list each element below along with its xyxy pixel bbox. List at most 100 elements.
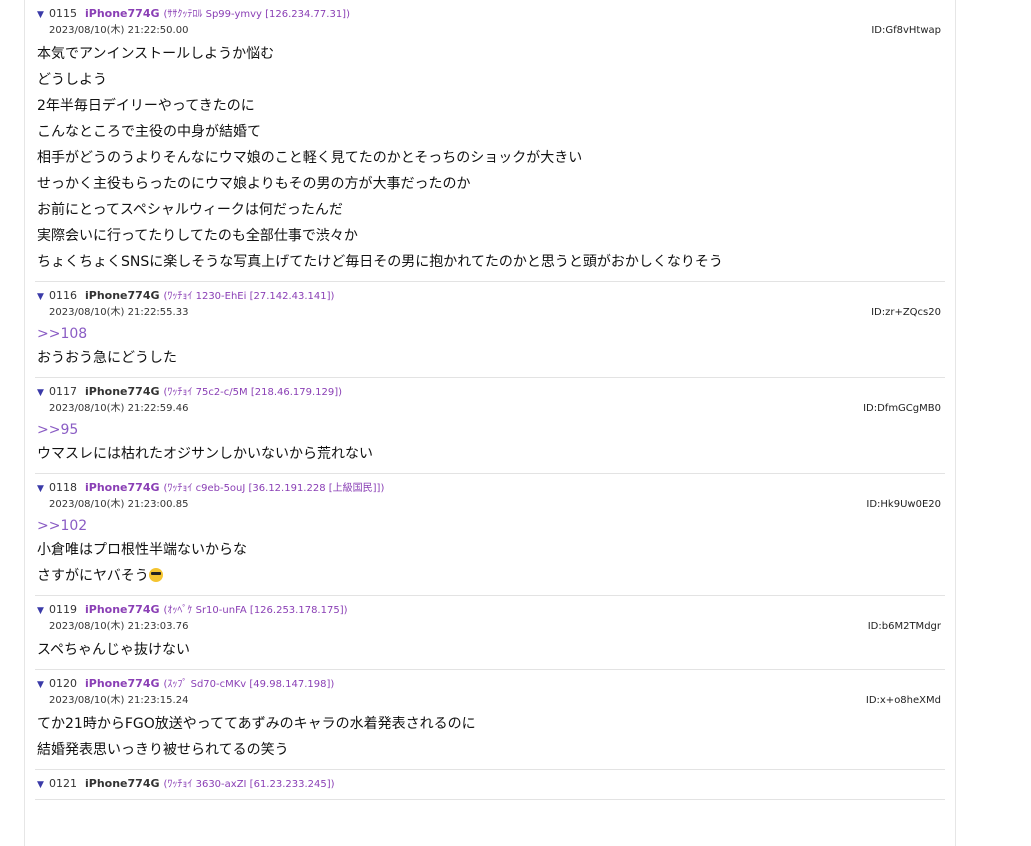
poster-info: (ｽｯﾌﾟ Sd70-cMKv [49.98.147.198]) [163,679,335,690]
post-number[interactable]: 0119 [49,603,77,616]
collapse-toggle-icon[interactable]: ▼ [37,677,49,693]
post-header: ▼ 0121 iPhone774G (ﾜｯﾁｮｲ 3630-axZI [61.23.2… [37,776,945,793]
post-number[interactable]: 0118 [49,481,77,494]
post-line: おうおう急にどうした [37,345,945,371]
thread-container: ▼ 0115 iPhone774G (ｻｻｸｯﾃﾛﾙ Sp99-ymvy [126.2… [24,0,956,846]
post-date: 2023/08/10(木) 21:23:15.24 [49,695,189,706]
post-line: 相手がどうのうよりそんなにウマ娘のこと軽く見てたのかとそっちのショックが大きい [37,145,945,171]
post-line-text: ちょくちょくSNSに楽しそうな写真上げてたけど毎日その男に抱かれてたのかと思うと… [37,254,723,270]
post-id[interactable]: ID:zr+ZQcs20 [871,305,941,321]
post-meta: 2023/08/10(木) 21:22:55.33 ID:zr+ZQcs20 [37,305,945,321]
post-date: 2023/08/10(木) 21:22:50.00 [49,25,189,36]
post-meta: 2023/08/10(木) 21:23:00.85 ID:Hk9Uw0E20 [37,497,945,513]
post-date: 2023/08/10(木) 21:23:00.85 [49,499,189,510]
post-line-text: さすがにヤバそう [37,568,149,584]
post-body: >>102 小倉唯はプロ根性半端ないからな さすがにヤバそう [37,515,945,589]
post-header: ▼ 0120 iPhone774G (ｽｯﾌﾟ Sd70-cMKv [49.98.14… [37,676,945,693]
post-line: 本気でアンインストールしようか悩む [37,41,945,67]
post-line-text: せっかく主役もらったのにウマ娘よりもその男の方が大事だったのか [37,176,471,192]
poster-info: (ﾜｯﾁｮｲ 1230-EhEi [27.142.43.141]) [163,291,335,302]
post-0119: ▼ 0119 iPhone774G (ｵｯﾍﾟｹ Sr10-unFA [126.253… [35,596,945,670]
post-number[interactable]: 0120 [49,677,77,690]
reply-anchor-link[interactable]: >>102 [37,515,945,537]
post-body: てか21時からFGO放送やっててあずみのキャラの水着発表されるのに 結婚発表思いっ… [37,711,945,763]
post-id[interactable]: ID:Gf8vHtwap [871,23,941,39]
post-body: >>95 ウマスレには枯れたオジサンしかいないから荒れない [37,419,945,467]
post-line: どうしよう [37,67,945,93]
post-line: 結婚発表思いっきり被せられてるの笑う [37,737,945,763]
post-header: ▼ 0119 iPhone774G (ｵｯﾍﾟｹ Sr10-unFA [126.253… [37,602,945,619]
post-line-text: ウマスレには枯れたオジサンしかいないから荒れない [37,446,373,462]
post-meta: 2023/08/10(木) 21:22:50.00 ID:Gf8vHtwap [37,23,945,39]
post-line-text: 結婚発表思いっきり被せられてるの笑う [37,742,289,758]
poster-name: iPhone774G [85,289,160,302]
poster-name: iPhone774G [85,777,160,790]
poster-name: iPhone774G [85,603,160,616]
collapse-toggle-icon[interactable]: ▼ [37,385,49,401]
post-line-text: おうおう急にどうした [37,350,177,366]
poster-name: iPhone774G [85,481,160,494]
post-number[interactable]: 0116 [49,289,77,302]
poster-name: iPhone774G [85,7,160,20]
post-header: ▼ 0117 iPhone774G (ﾜｯﾁｮｲ 75c2-c/5M [218.46.… [37,384,945,401]
post-line: 実際会いに行ってたりしてたのも全部仕事で渋々か [37,223,945,249]
collapse-toggle-icon[interactable]: ▼ [37,481,49,497]
poster-info: (ｻｻｸｯﾃﾛﾙ Sp99-ymvy [126.234.77.31]) [163,9,350,20]
collapse-toggle-icon[interactable]: ▼ [37,289,49,305]
sunglasses-face-icon [148,568,163,582]
post-body: >>108 おうおう急にどうした [37,323,945,371]
post-id[interactable]: ID:x+o8heXMd [866,693,941,709]
post-line-text: お前にとってスペシャルウィークは何だったんだ [37,202,343,218]
post-header: ▼ 0116 iPhone774G (ﾜｯﾁｮｲ 1230-EhEi [27.142.… [37,288,945,305]
post-meta: 2023/08/10(木) 21:23:03.76 ID:b6M2TMdgr [37,619,945,635]
post-line: こんなところで主役の中身が結婚て [37,119,945,145]
post-line-text: 本気でアンインストールしようか悩む [37,46,275,62]
post-0120: ▼ 0120 iPhone774G (ｽｯﾌﾟ Sd70-cMKv [49.98.14… [35,670,945,770]
post-number[interactable]: 0117 [49,385,77,398]
post-line: ウマスレには枯れたオジサンしかいないから荒れない [37,441,945,467]
post-line-text: スペちゃんじゃ抜けない [37,642,191,658]
poster-info: (ﾜｯﾁｮｲ c9eb-5ouJ [36.12.191.228 [上級国民]]) [163,483,385,494]
post-id[interactable]: ID:Hk9Uw0E20 [866,497,941,513]
post-line-text: 実際会いに行ってたりしてたのも全部仕事で渋々か [37,228,358,244]
reply-anchor-link[interactable]: >>95 [37,419,945,441]
collapse-toggle-icon[interactable]: ▼ [37,7,49,23]
post-number[interactable]: 0121 [49,777,77,790]
post-number[interactable]: 0115 [49,7,77,20]
post-date: 2023/08/10(木) 21:22:59.46 [49,403,189,414]
collapse-toggle-icon[interactable]: ▼ [37,603,49,619]
post-body: スペちゃんじゃ抜けない [37,637,945,663]
reply-anchor-link[interactable]: >>108 [37,323,945,345]
post-line-text: こんなところで主役の中身が結婚て [37,124,261,140]
post-line-text: てか21時からFGO放送やっててあずみのキャラの水着発表されるのに [37,716,476,732]
post-line-text: 相手がどうのうよりそんなにウマ娘のこと軽く見てたのかとそっちのショックが大きい [37,150,583,166]
post-0117: ▼ 0117 iPhone774G (ﾜｯﾁｮｲ 75c2-c/5M [218.46.… [35,378,945,474]
poster-info: (ﾜｯﾁｮｲ 3630-axZI [61.23.233.245]) [163,779,335,790]
post-line: てか21時からFGO放送やっててあずみのキャラの水着発表されるのに [37,711,945,737]
post-body: 本気でアンインストールしようか悩む どうしよう 2年半毎日デイリーやってきたのに こん… [37,41,945,275]
post-0115: ▼ 0115 iPhone774G (ｻｻｸｯﾃﾛﾙ Sp99-ymvy [126.2… [35,0,945,282]
post-line-text: どうしよう [37,72,107,88]
collapse-toggle-icon[interactable]: ▼ [37,777,49,793]
post-line: せっかく主役もらったのにウマ娘よりもその男の方が大事だったのか [37,171,945,197]
post-0121: ▼ 0121 iPhone774G (ﾜｯﾁｮｲ 3630-axZI [61.23.2… [35,770,945,800]
post-header: ▼ 0115 iPhone774G (ｻｻｸｯﾃﾛﾙ Sp99-ymvy [126.2… [37,6,945,23]
post-date: 2023/08/10(木) 21:22:55.33 [49,307,189,318]
post-line-text: 小倉唯はプロ根性半端ないからな [37,542,247,558]
post-meta: 2023/08/10(木) 21:23:15.24 ID:x+o8heXMd [37,693,945,709]
post-line: スペちゃんじゃ抜けない [37,637,945,663]
post-line: 小倉唯はプロ根性半端ないからな [37,537,945,563]
post-line: 2年半毎日デイリーやってきたのに [37,93,945,119]
post-line: お前にとってスペシャルウィークは何だったんだ [37,197,945,223]
post-meta: 2023/08/10(木) 21:22:59.46 ID:DfmGCgMB0 [37,401,945,417]
poster-name: iPhone774G [85,677,160,690]
poster-info: (ｵｯﾍﾟｹ Sr10-unFA [126.253.178.175]) [163,605,348,616]
post-line: ちょくちょくSNSに楽しそうな写真上げてたけど毎日その男に抱かれてたのかと思うと… [37,249,945,275]
post-id[interactable]: ID:DfmGCgMB0 [863,401,941,417]
post-line-text: 2年半毎日デイリーやってきたのに [37,98,255,114]
post-0118: ▼ 0118 iPhone774G (ﾜｯﾁｮｲ c9eb-5ouJ [36.12.1… [35,474,945,596]
post-date: 2023/08/10(木) 21:23:03.76 [49,621,189,632]
post-id[interactable]: ID:b6M2TMdgr [868,619,941,635]
post-line: さすがにヤバそう [37,563,945,589]
post-header: ▼ 0118 iPhone774G (ﾜｯﾁｮｲ c9eb-5ouJ [36.12.1… [37,480,945,497]
